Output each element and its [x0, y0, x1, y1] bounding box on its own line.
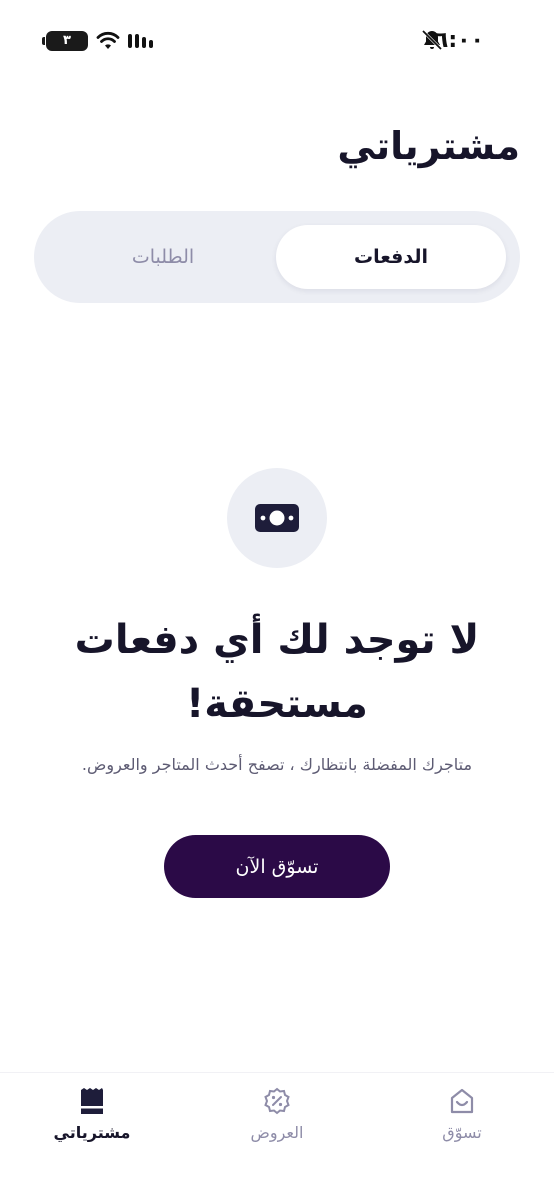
page-title: مشترياتي: [337, 124, 520, 168]
battery-icon: ٣: [42, 31, 88, 51]
money-bill-icon: [255, 504, 299, 532]
empty-state-description: متاجرك المفضلة بانتظارك ، تصفح أحدث المت…: [81, 755, 473, 774]
nav-item-offers[interactable]: العروض: [207, 1087, 347, 1157]
status-bar: ٦:٠٠ ٣: [0, 0, 554, 80]
empty-state-title: لا توجد لك أي دفعات مستحقة!: [74, 617, 480, 727]
empty-state-icon-circle: [227, 468, 327, 568]
nav-label-shop: تسوّق: [442, 1123, 482, 1142]
receipt-icon: [81, 1088, 103, 1114]
bottom-navigation: مشترياتي العروض تسوّق: [0, 1072, 554, 1200]
tab-payments[interactable]: الدفعات: [276, 225, 506, 289]
shop-home-icon: [450, 1088, 474, 1114]
signal-icon: [128, 34, 153, 48]
tab-orders[interactable]: الطلبات: [48, 225, 278, 289]
battery-level: ٣: [63, 33, 71, 48]
bell-off-icon: [421, 29, 443, 51]
nav-label-offers: العروض: [250, 1123, 304, 1142]
tabs-segmented-control: الدفعات الطلبات: [34, 211, 520, 303]
nav-label-my-purchases: مشترياتي: [53, 1123, 131, 1142]
nav-item-shop[interactable]: تسوّق: [392, 1087, 532, 1157]
discount-badge-icon: [264, 1087, 290, 1115]
shop-now-button[interactable]: تسوّق الآن: [164, 835, 390, 898]
nav-item-my-purchases[interactable]: مشترياتي: [22, 1087, 162, 1157]
wifi-icon: [96, 31, 120, 49]
